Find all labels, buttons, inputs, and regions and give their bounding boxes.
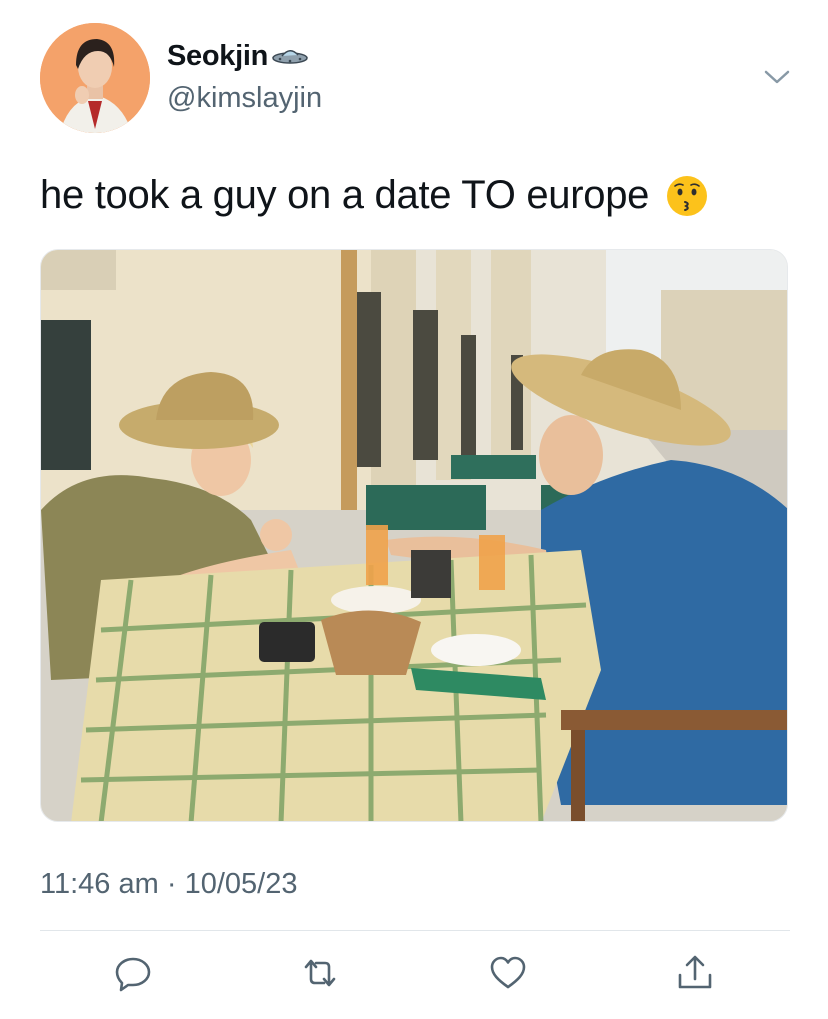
like-button[interactable]	[488, 953, 528, 993]
author-handle[interactable]: @kimslayjin	[167, 82, 322, 115]
chevron-down-icon	[764, 70, 790, 84]
more-options-button[interactable]	[762, 66, 792, 88]
cafe-photo-image	[41, 250, 787, 821]
author-avatar[interactable]	[40, 23, 150, 133]
retweet-icon	[304, 959, 336, 987]
author-name-row[interactable]: Seokjin	[167, 40, 310, 73]
avatar-image	[40, 23, 150, 133]
tweet-photo[interactable]	[40, 249, 788, 822]
tweet-date: 10/05/23	[184, 868, 298, 900]
reply-button[interactable]	[113, 953, 153, 993]
tweet-time: 11:46 am	[40, 868, 159, 900]
flying-saucer-icon	[272, 49, 308, 64]
tweet-timestamp[interactable]: 11:46 am · 10/05/23	[40, 868, 297, 901]
author-display-name[interactable]: Seokjin	[167, 40, 268, 73]
kissing-face-icon	[667, 175, 708, 216]
retweet-button[interactable]	[300, 953, 340, 993]
reply-icon	[115, 957, 151, 992]
share-button[interactable]	[675, 953, 715, 993]
action-bar-divider	[40, 930, 790, 931]
like-icon	[490, 956, 526, 989]
tweet-text: he took a guy on a date TO europe	[40, 173, 709, 218]
timestamp-separator: ·	[166, 868, 177, 900]
tweet-text-content: he took a guy on a date TO europe	[40, 173, 650, 217]
share-icon	[678, 955, 712, 989]
